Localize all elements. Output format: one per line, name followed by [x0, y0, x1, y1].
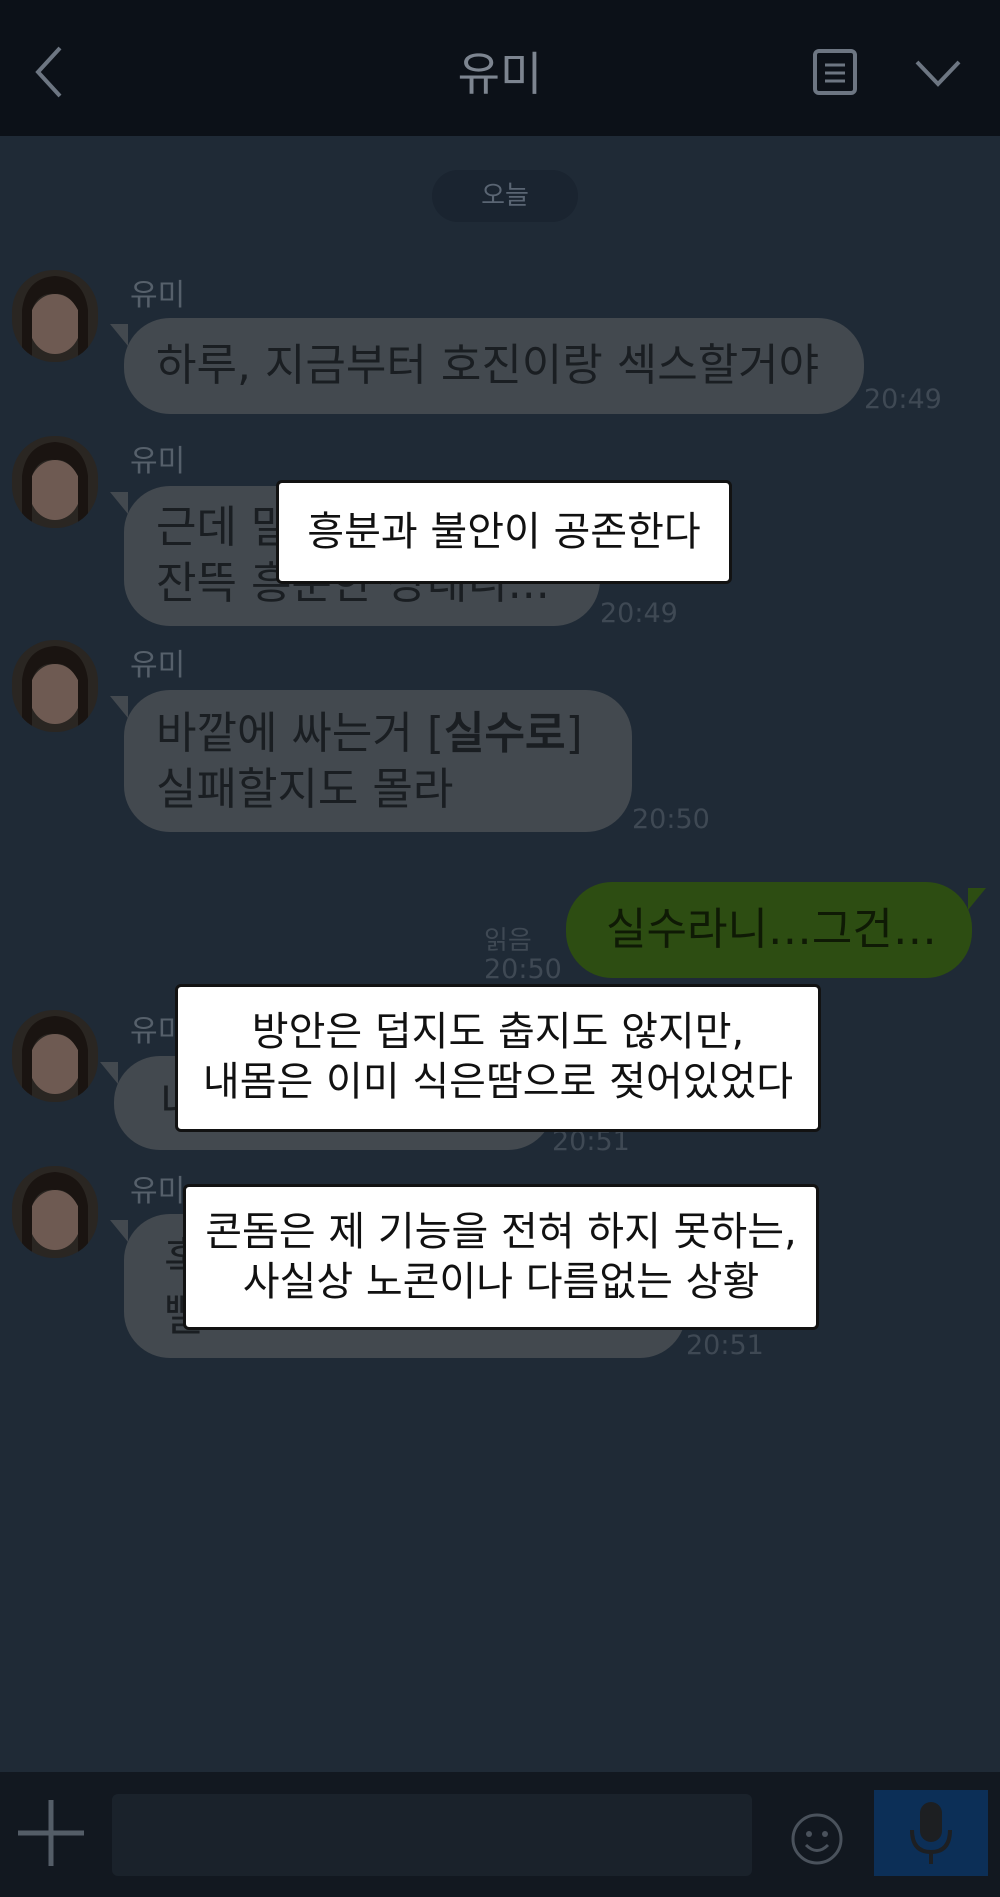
message-line: 바깥에 싸는거 [실수로] [156, 706, 632, 762]
avatar[interactable] [12, 436, 98, 528]
caption-line: 흥분과 불안이 공존한다 [307, 509, 701, 555]
message-input[interactable] [112, 1794, 752, 1876]
mic-button[interactable] [874, 1790, 988, 1876]
caption-box: 흥분과 불안이 공존한다 [276, 480, 732, 584]
caption-line: 내몸은 이미 식은땀으로 젖어있었다 [202, 1059, 794, 1105]
message-text: 바깥에 싸는거 [ [156, 708, 445, 759]
emphasis-text: 실수로 [444, 708, 566, 759]
avatar[interactable] [12, 1166, 98, 1258]
date-divider: 오늘 [432, 170, 578, 222]
message-text: ] [565, 708, 583, 759]
avatar[interactable] [12, 270, 98, 362]
avatar[interactable] [12, 640, 98, 732]
avatar-icon [12, 270, 98, 362]
message-bubble[interactable]: 하루, 지금부터 호진이랑 섹스할거야 [110, 318, 864, 414]
avatar-icon [12, 1010, 98, 1102]
sender-name: 유미 [130, 444, 186, 479]
read-receipt: 읽음 [484, 926, 532, 956]
avatar-icon [12, 1166, 98, 1258]
message-input-bar [0, 1772, 1000, 1897]
sender-name: 유미 [130, 648, 186, 683]
avatar-icon [12, 640, 98, 732]
avatar-icon [12, 436, 98, 528]
caption-line: 사실상 노콘이나 다름없는 상황 [242, 1259, 760, 1305]
microphone-icon [910, 1802, 952, 1864]
chat-header: 유미 [0, 0, 1000, 136]
caption-line: 콘돔은 제 기능을 전혀 하지 못하는, [205, 1209, 797, 1255]
caption-box: 방안은 덥지도 춥지도 않지만, 내몸은 이미 식은땀으로 젖어있었다 [175, 984, 821, 1132]
document-list-icon[interactable] [812, 48, 858, 96]
avatar[interactable] [12, 1010, 98, 1102]
message-line: 실패할지도 몰라 [156, 764, 454, 815]
message-bubble[interactable]: 바깥에 싸는거 [실수로] 실패할지도 몰라 [110, 690, 632, 832]
plus-icon[interactable] [12, 1794, 90, 1872]
emoji-icon[interactable] [790, 1812, 844, 1866]
my-message-bubble[interactable]: 실수라니…그건… [566, 882, 986, 978]
sender-name: 유미 [130, 278, 186, 313]
caption-box: 콘돔은 제 기능을 전혀 하지 못하는, 사실상 노콘이나 다름없는 상황 [183, 1184, 819, 1330]
sender-name: 유미 [130, 1174, 186, 1209]
message-time: 20:50 [632, 804, 710, 835]
message-text: 하루, 지금부터 호진이랑 섹스할거야 [156, 340, 820, 391]
chevron-down-icon[interactable] [914, 58, 962, 88]
message-time: 20:49 [600, 598, 678, 629]
message-time: 20:49 [864, 384, 942, 415]
caption-line: 방안은 덥지도 춥지도 않지만, [251, 1009, 745, 1055]
message-time: 20:50 [484, 954, 562, 985]
message-time: 20:51 [686, 1330, 764, 1361]
message-text: 실수라니…그건… [606, 904, 937, 955]
